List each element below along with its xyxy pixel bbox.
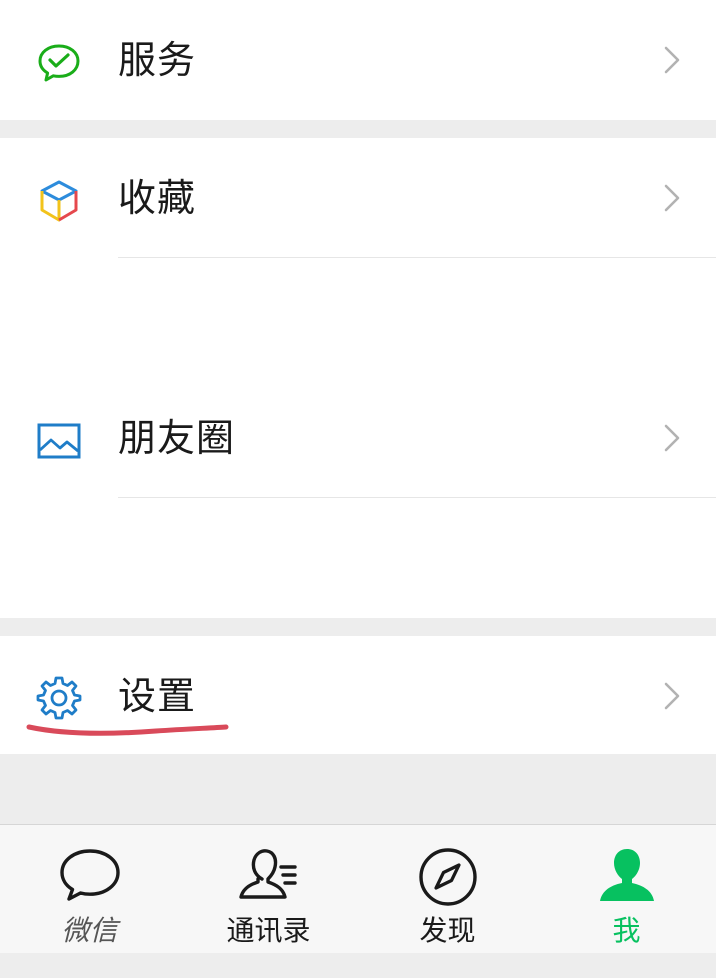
chevron-right-icon [660,420,684,456]
menu-item-services[interactable]: 服务 [0,0,716,120]
tab-label-chats: 微信 [61,914,118,947]
chat-bubble-icon [58,845,122,909]
divider [118,497,716,498]
tab-contacts[interactable]: 通讯录 [179,825,358,953]
chevron-right-icon [660,180,684,216]
menu-label-favorites: 收藏 [118,176,197,220]
divider [118,257,716,258]
tab-label-me: 我 [612,914,641,947]
tab-label-discover: 发现 [419,914,476,947]
tab-label-contacts: 通讯录 [226,914,311,947]
bottom-tab-bar: 微信 通讯录 发现 我 [0,824,716,953]
tab-discover[interactable]: 发现 [358,825,537,953]
menu-item-moments[interactable]: 朋友圈 [0,378,716,498]
tab-chats[interactable]: 微信 [0,825,179,953]
menu-group-services: 服务 [0,0,716,120]
menu-group-main: 收藏 朋友圈 卡包 [0,138,716,942]
hand-drawn-underline [26,724,229,736]
cube-icon [36,178,82,224]
wechat-pay-icon [36,40,82,86]
picture-icon [36,418,82,464]
tab-me[interactable]: 我 [537,825,716,953]
menu-label-services: 服务 [118,38,197,82]
menu-label-moments: 朋友圈 [118,416,236,460]
contacts-icon [237,845,301,909]
chevron-right-icon [660,42,684,78]
person-icon [595,845,659,909]
compass-icon [416,845,480,909]
chevron-right-icon [660,678,684,714]
menu-item-favorites[interactable]: 收藏 [0,138,716,258]
